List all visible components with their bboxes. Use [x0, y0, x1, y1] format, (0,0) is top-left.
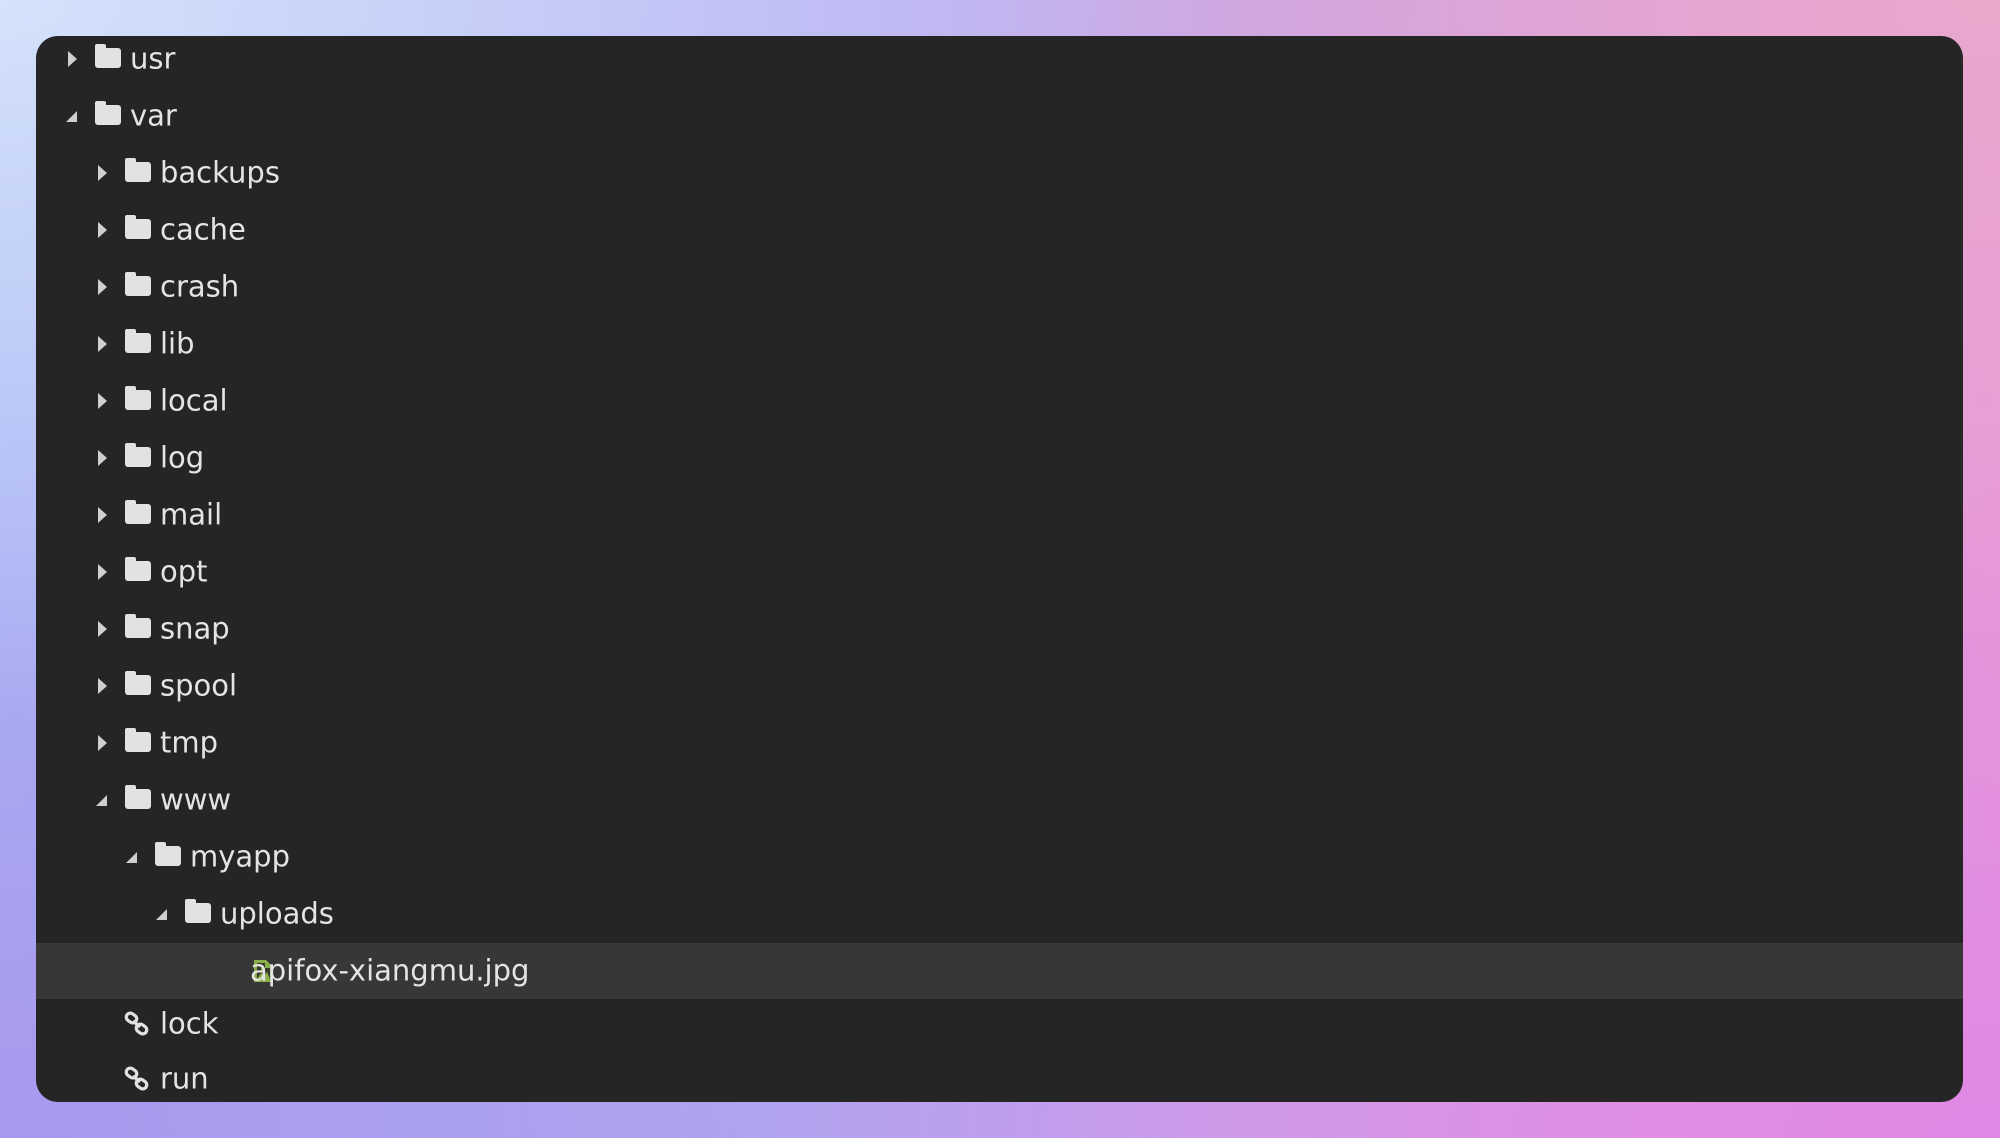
- folder-item-usr[interactable]: usr: [36, 36, 1963, 87]
- item-label: log: [160, 440, 205, 475]
- folder-icon: [125, 785, 151, 809]
- file-tree-panel: usr var backups cache crash lib local log mail op…: [36, 36, 1963, 1102]
- folder-item-opt[interactable]: opt: [36, 544, 1963, 600]
- folder-item-mail[interactable]: mail: [36, 487, 1963, 543]
- item-label: myapp: [190, 839, 290, 874]
- chevron-down-icon[interactable]: [66, 111, 77, 122]
- item-label: www: [160, 782, 232, 817]
- chevron-right-icon[interactable]: [98, 735, 107, 751]
- link-icon: [124, 1011, 149, 1036]
- item-label: mail: [160, 497, 223, 532]
- folder-icon: [125, 272, 151, 296]
- folder-item-uploads[interactable]: uploads: [36, 886, 1963, 942]
- symlink-item-lock[interactable]: lock: [36, 996, 1963, 1052]
- folder-icon: [125, 614, 151, 638]
- folder-item-snap[interactable]: snap: [36, 601, 1963, 657]
- item-label: var: [130, 98, 177, 133]
- item-label: usr: [130, 41, 176, 76]
- folder-icon: [125, 500, 151, 524]
- folder-item-spool[interactable]: spool: [36, 658, 1963, 714]
- folder-item-backups[interactable]: backups: [36, 145, 1963, 201]
- chevron-right-icon[interactable]: [98, 393, 107, 409]
- item-label: lock: [160, 1006, 219, 1041]
- folder-icon: [185, 899, 211, 923]
- folder-item-local[interactable]: local: [36, 373, 1963, 429]
- folder-icon: [125, 671, 151, 695]
- folder-item-myapp[interactable]: myapp: [36, 829, 1963, 885]
- item-label: snap: [160, 611, 230, 646]
- chevron-right-icon[interactable]: [98, 564, 107, 580]
- item-label: uploads: [220, 896, 334, 931]
- folder-icon: [125, 158, 151, 182]
- folder-icon: [125, 386, 151, 410]
- link-icon: [124, 1066, 149, 1091]
- folder-icon: [95, 44, 121, 68]
- folder-item-www[interactable]: www: [36, 772, 1963, 828]
- folder-item-tmp[interactable]: tmp: [36, 715, 1963, 771]
- chevron-right-icon[interactable]: [98, 450, 107, 466]
- symlink-item-run[interactable]: run: [36, 1051, 1963, 1102]
- folder-item-var[interactable]: var: [36, 88, 1963, 144]
- item-label: apifox-xiangmu.jpg: [250, 953, 530, 988]
- chevron-right-icon[interactable]: [98, 678, 107, 694]
- folder-icon: [125, 728, 151, 752]
- folder-icon: [125, 329, 151, 353]
- item-label: opt: [160, 554, 208, 589]
- folder-icon: [125, 557, 151, 581]
- folder-icon: [125, 443, 151, 467]
- chevron-down-icon[interactable]: [156, 909, 167, 920]
- item-label: spool: [160, 668, 238, 703]
- file-item[interactable]: apifox-xiangmu.jpg: [36, 943, 1963, 999]
- item-label: tmp: [160, 725, 219, 760]
- item-label: lib: [160, 326, 195, 361]
- chevron-right-icon[interactable]: [98, 279, 107, 295]
- chevron-down-icon[interactable]: [96, 795, 107, 806]
- folder-icon: [155, 842, 181, 866]
- chevron-right-icon[interactable]: [98, 165, 107, 181]
- item-label: local: [160, 383, 228, 418]
- chevron-right-icon[interactable]: [98, 507, 107, 523]
- item-label: cache: [160, 212, 246, 247]
- item-label: crash: [160, 269, 240, 304]
- item-label: run: [160, 1061, 209, 1096]
- chevron-right-icon[interactable]: [98, 621, 107, 637]
- folder-item-lib[interactable]: lib: [36, 316, 1963, 372]
- chevron-right-icon[interactable]: [98, 336, 107, 352]
- folder-icon: [95, 101, 121, 125]
- chevron-right-icon[interactable]: [98, 222, 107, 238]
- chevron-down-icon[interactable]: [126, 852, 137, 863]
- folder-item-log[interactable]: log: [36, 430, 1963, 486]
- folder-item-cache[interactable]: cache: [36, 202, 1963, 258]
- chevron-right-icon[interactable]: [68, 51, 77, 67]
- item-label: backups: [160, 155, 280, 190]
- folder-icon: [125, 215, 151, 239]
- folder-item-crash[interactable]: crash: [36, 259, 1963, 315]
